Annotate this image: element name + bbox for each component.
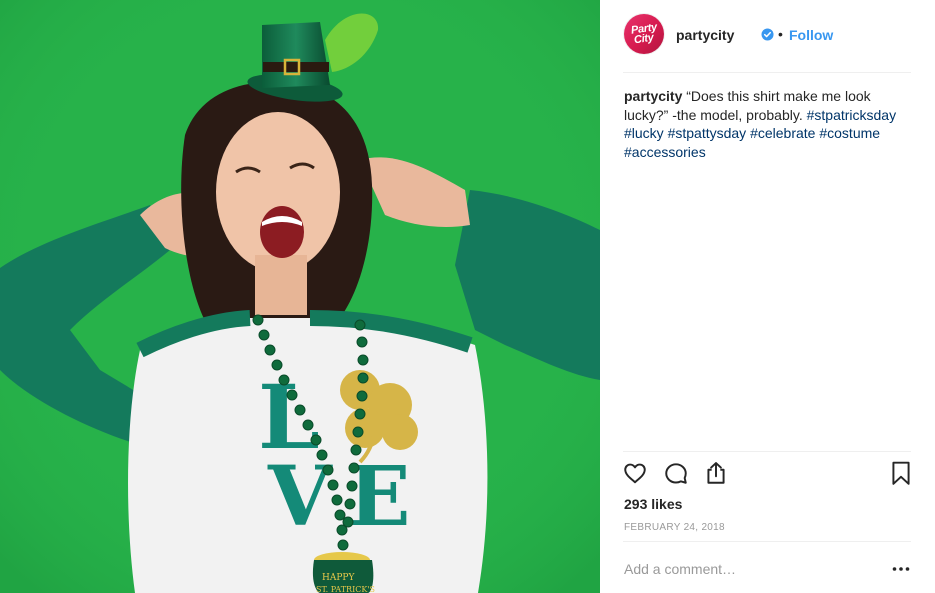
verified-badge-icon bbox=[761, 28, 774, 41]
post-header: Party City partycity • Follow bbox=[600, 0, 935, 72]
post-side-panel: Party City partycity • Follow partycity … bbox=[600, 0, 935, 593]
header-divider bbox=[623, 72, 911, 73]
post-photo[interactable]: L V E HAPPY ST. PATRICK'S bbox=[0, 0, 600, 593]
header-username[interactable]: partycity bbox=[676, 27, 734, 43]
photo-illustration: L V E HAPPY ST. PATRICK'S bbox=[0, 0, 600, 593]
actions-divider bbox=[623, 451, 911, 452]
hashtag-link[interactable]: #lucky bbox=[624, 125, 664, 141]
share-icon[interactable] bbox=[703, 460, 729, 486]
ellipsis-icon[interactable] bbox=[891, 559, 911, 579]
separator-dot: • bbox=[778, 26, 783, 42]
hashtag-link[interactable]: #accessories bbox=[624, 144, 706, 160]
medallion-text-st-patricks: ST. PATRICK'S bbox=[316, 585, 375, 593]
post-caption: partycity “Does this shirt make me look … bbox=[624, 87, 914, 161]
shirt-letter-v: V bbox=[267, 449, 333, 545]
avatar[interactable]: Party City bbox=[624, 14, 664, 54]
medallion-text-happy: HAPPY bbox=[322, 573, 355, 583]
heart-icon[interactable] bbox=[622, 460, 648, 486]
instagram-post: L V E HAPPY ST. PATRICK'S Party City par… bbox=[0, 0, 935, 593]
action-bar bbox=[600, 460, 935, 490]
hashtag-link[interactable]: #celebrate bbox=[750, 125, 815, 141]
bookmark-icon[interactable] bbox=[888, 460, 914, 486]
add-comment-input[interactable] bbox=[624, 558, 874, 580]
follow-button[interactable]: Follow bbox=[789, 27, 833, 43]
hashtag-link[interactable]: #costume bbox=[819, 125, 880, 141]
likes-count[interactable]: 293 likes bbox=[624, 496, 682, 512]
hashtag-link[interactable]: #stpatricksday bbox=[807, 107, 896, 123]
comment-bubble-icon[interactable] bbox=[663, 460, 689, 486]
avatar-text-city: City bbox=[633, 31, 655, 47]
caption-username[interactable]: partycity bbox=[624, 88, 682, 104]
post-date[interactable]: FEBRUARY 24, 2018 bbox=[624, 522, 725, 533]
comment-divider bbox=[623, 541, 911, 542]
shirt-letter-e: E bbox=[348, 449, 411, 545]
hashtag-link[interactable]: #stpattysday bbox=[668, 125, 747, 141]
